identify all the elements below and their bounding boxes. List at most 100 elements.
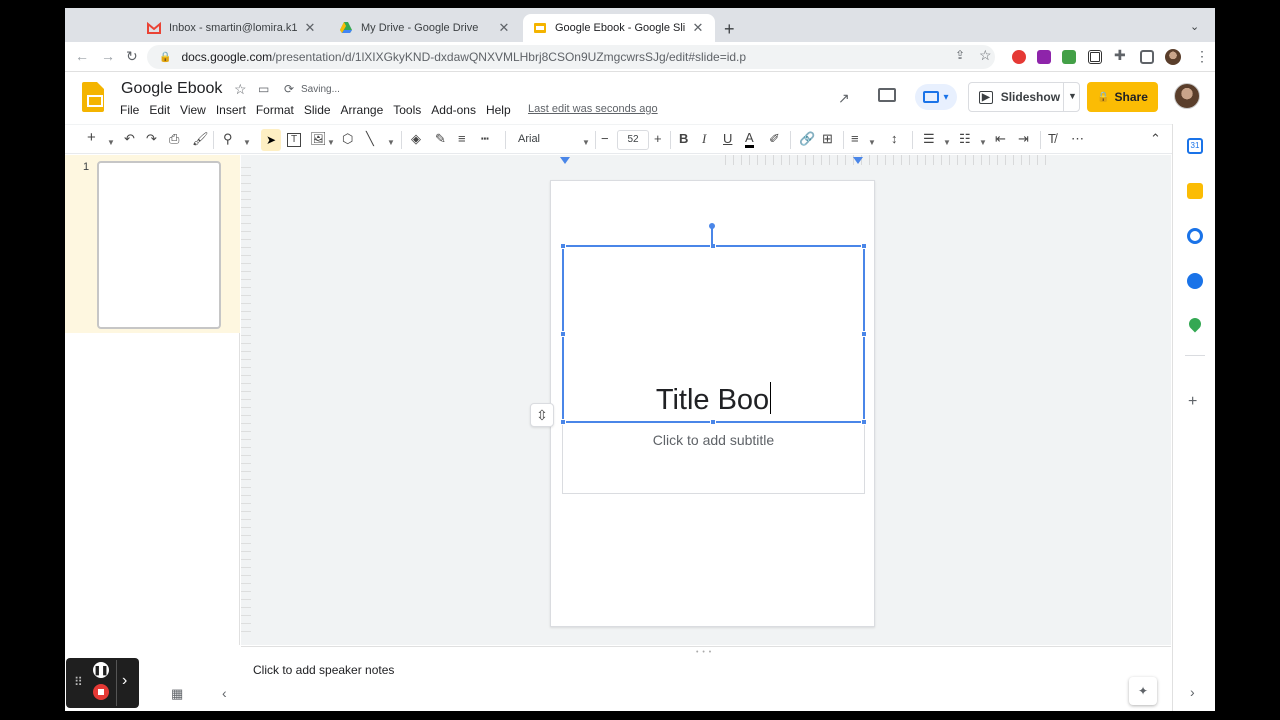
menu-edit[interactable]: Edit [144, 103, 175, 117]
resize-handle-e[interactable] [861, 331, 867, 337]
clear-formatting-icon[interactable]: T̸ [1048, 131, 1056, 147]
extension-puzzle-purple-icon[interactable] [1037, 50, 1051, 64]
chevron-right-icon[interactable]: › [122, 672, 127, 690]
browser-menu-icon[interactable]: ⋮ [1195, 48, 1209, 65]
tab-search-icon[interactable]: ⌄ [1190, 20, 1199, 33]
border-dash-icon[interactable]: ┅ [481, 131, 489, 147]
extension-qr-icon[interactable] [1088, 50, 1102, 64]
chevron-down-icon[interactable]: ▼ [582, 135, 590, 151]
resize-handle-s[interactable] [710, 419, 716, 425]
resize-handle-sw[interactable] [560, 419, 566, 425]
text-box-icon[interactable]: T [287, 133, 301, 147]
pause-icon[interactable]: ❚❚ [93, 662, 109, 678]
undo-icon[interactable]: ↶ [124, 131, 135, 147]
extension-printer-icon[interactable] [1062, 50, 1076, 64]
activity-trend-icon[interactable]: ↗ [838, 90, 850, 107]
speaker-notes[interactable]: • • • Click to add speaker notes ✦ [241, 646, 1171, 711]
print-icon[interactable]: ⎙ [169, 131, 179, 147]
document-title[interactable]: Google Ebook [121, 80, 222, 98]
chevron-down-icon[interactable]: ▼ [243, 135, 251, 151]
chevron-down-icon[interactable]: ▼ [979, 135, 987, 151]
tab-drive[interactable]: My Drive - Google Drive ✕ [329, 14, 521, 42]
explore-icon[interactable]: ✦ [1129, 677, 1157, 705]
collapse-filmstrip-icon[interactable]: ‹ [222, 685, 227, 701]
rotate-handle[interactable] [709, 223, 715, 229]
underline-icon[interactable]: U [723, 131, 732, 147]
chevron-down-icon[interactable]: ▼ [327, 135, 335, 151]
chevron-down-icon[interactable]: ▼ [1068, 91, 1077, 101]
subtitle-placeholder[interactable]: Click to add subtitle [562, 421, 865, 494]
font-family-select[interactable]: Arial [518, 133, 540, 145]
border-weight-icon[interactable]: ≡ [458, 131, 466, 147]
resize-handle-w[interactable] [560, 331, 566, 337]
menu-insert[interactable]: Insert [211, 103, 251, 117]
more-icon[interactable]: ⋯ [1071, 131, 1084, 147]
resize-handle-se[interactable] [861, 419, 867, 425]
keep-icon[interactable] [1187, 183, 1203, 199]
decrease-indent-icon[interactable]: ⇤ [995, 131, 1006, 147]
bold-icon[interactable]: B [679, 131, 688, 147]
bookmark-star-icon[interactable]: ☆ [979, 47, 992, 64]
grid-view-icon[interactable]: ▦ [171, 686, 183, 702]
redo-icon[interactable]: ↷ [146, 131, 157, 147]
align-icon[interactable]: ≡ [851, 131, 859, 147]
menu-format[interactable]: Format [251, 103, 299, 117]
last-edit-link[interactable]: Last edit was seconds ago [528, 103, 658, 115]
extension-record-icon[interactable] [1012, 50, 1026, 64]
bulleted-list-icon[interactable]: ☰ [923, 131, 935, 147]
chevron-down-icon[interactable]: ▼ [943, 135, 951, 151]
menu-addons[interactable]: Add-ons [426, 103, 481, 117]
slide[interactable]: Click to add subtitle Title Boo [550, 180, 875, 627]
star-icon[interactable]: ☆ [234, 81, 247, 98]
address-bar[interactable]: 🔒 docs.google.com /presentation/d/1lXIXG… [147, 45, 995, 69]
reload-icon[interactable]: ↻ [126, 48, 138, 65]
share-button[interactable]: 🔒 Share [1087, 82, 1158, 112]
share-page-icon[interactable]: ⇪ [955, 48, 965, 62]
resize-handle-nw[interactable] [560, 243, 566, 249]
vertical-align-icon[interactable]: ⇳ [530, 403, 554, 427]
zoom-icon[interactable]: ⚲ [223, 131, 233, 147]
forward-icon[interactable]: → [101, 48, 115, 64]
tab-slides[interactable]: Google Ebook - Google Slides ✕ [523, 14, 715, 42]
close-icon[interactable]: ✕ [497, 20, 511, 36]
side-panel-icon[interactable] [1140, 50, 1154, 64]
drag-handle-icon[interactable]: ⠿ [74, 675, 83, 689]
increase-indent-icon[interactable]: ⇥ [1018, 131, 1029, 147]
decrease-font-icon[interactable]: − [601, 131, 609, 147]
menu-file[interactable]: File [115, 103, 144, 117]
notes-resize-grip[interactable]: • • • [696, 649, 712, 656]
tab-gmail[interactable]: Inbox - smartin@lomira.k12.wi ✕ [137, 14, 327, 42]
collapse-toolbar-icon[interactable]: ⌃ [1150, 131, 1161, 147]
menu-arrange[interactable]: Arrange [336, 103, 389, 117]
tasks-icon[interactable] [1187, 228, 1203, 244]
border-color-icon[interactable]: ✎ [435, 131, 446, 147]
numbered-list-icon[interactable]: ☷ [959, 131, 971, 147]
filmstrip-item[interactable]: 1 [65, 155, 240, 333]
menu-help[interactable]: Help [481, 103, 516, 117]
line-spacing-icon[interactable]: ↕ [891, 131, 898, 147]
add-addon-icon[interactable]: + [1188, 393, 1197, 411]
back-icon[interactable]: ← [75, 48, 89, 64]
left-indent-marker[interactable] [560, 157, 570, 164]
slides-logo-icon[interactable] [82, 82, 104, 112]
calendar-icon[interactable]: 31 [1187, 138, 1203, 154]
close-icon[interactable]: ✕ [303, 20, 317, 36]
select-tool-icon[interactable]: ➤ [261, 129, 281, 151]
link-icon[interactable]: 🔗 [799, 131, 815, 147]
fill-color-icon[interactable]: ◈ [411, 131, 421, 147]
account-avatar[interactable] [1174, 83, 1200, 109]
extensions-puzzle-icon[interactable]: ✚ [1114, 47, 1126, 64]
close-icon[interactable]: ✕ [691, 20, 705, 36]
increase-font-icon[interactable]: + [654, 131, 662, 147]
profile-avatar[interactable] [1165, 49, 1181, 65]
menu-slide[interactable]: Slide [299, 103, 336, 117]
right-indent-marker[interactable] [853, 157, 863, 164]
move-folder-icon[interactable]: ▭ [258, 82, 269, 96]
chevron-down-icon[interactable]: ▼ [868, 135, 876, 151]
slideshow-button[interactable]: ▶ Slideshow ▼ [968, 82, 1080, 112]
maps-icon[interactable] [1186, 315, 1204, 333]
shape-icon[interactable]: ⬡ [342, 131, 353, 147]
title-textbox[interactable]: Title Boo [560, 243, 867, 425]
image-icon[interactable]: 🖼 [310, 131, 327, 147]
resize-handle-ne[interactable] [861, 243, 867, 249]
